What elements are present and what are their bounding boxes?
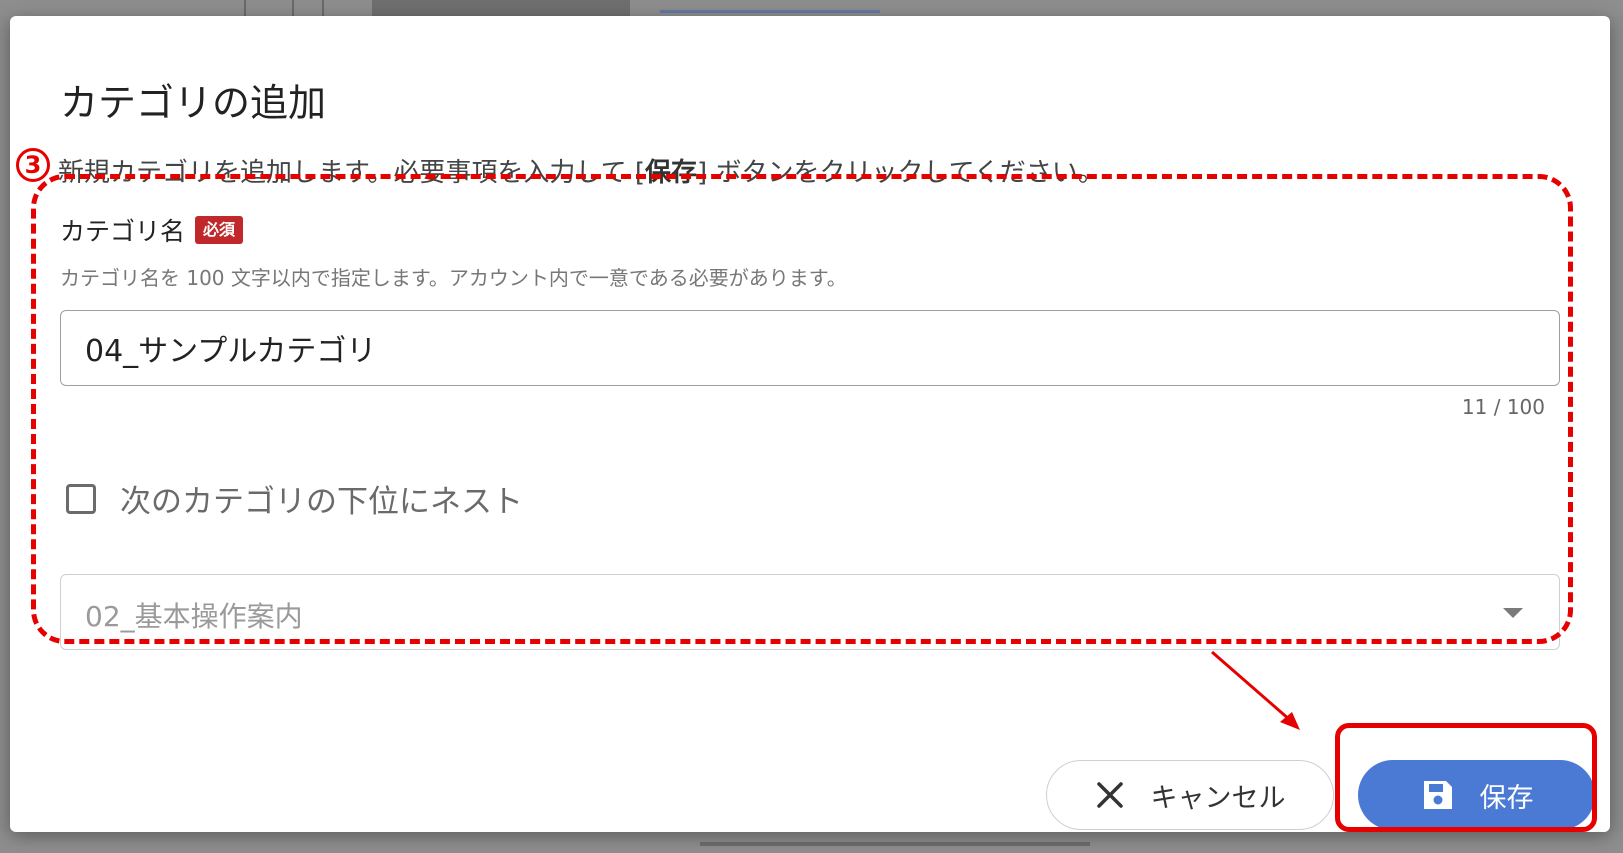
- annotation-arrow-icon: [1211, 650, 1300, 730]
- close-icon: [1096, 782, 1123, 808]
- background-divider: [244, 0, 246, 16]
- save-button-label: 保存: [1479, 782, 1534, 814]
- dialog-title: カテゴリの追加: [60, 81, 327, 125]
- parent-category-value: 02_基本操作案内: [85, 600, 303, 633]
- category-name-input[interactable]: [60, 310, 1560, 386]
- character-counter: 11 / 100: [1461, 395, 1545, 419]
- parent-category-select[interactable]: 02_基本操作案内: [60, 574, 1560, 650]
- background-divider: [322, 0, 324, 16]
- dialog-description: 新規カテゴリを追加します。必要事項を入力して [保存] ボタンをクリックしてくだ…: [58, 152, 1104, 189]
- background-page-top: [0, 0, 1623, 16]
- chevron-down-icon: [1503, 608, 1523, 618]
- cancel-button[interactable]: キャンセル: [1046, 760, 1334, 830]
- category-name-label: カテゴリ名 必須: [60, 212, 244, 248]
- description-text-end: ] ボタンをクリックしてください。: [697, 158, 1104, 188]
- checkbox-icon[interactable]: [66, 483, 96, 514]
- category-name-label-text: カテゴリ名: [60, 217, 186, 246]
- background-thumbnail: [372, 0, 630, 16]
- step-number-badge: 3: [16, 148, 50, 182]
- nest-checkbox-label: 次のカテゴリの下位にネスト: [120, 484, 523, 520]
- background-text: [700, 842, 1090, 846]
- category-name-hint: カテゴリ名を 100 文字以内で指定します。アカウント内で一意である必要がありま…: [60, 266, 847, 290]
- save-button[interactable]: 保存: [1358, 760, 1595, 830]
- add-category-dialog: カテゴリの追加 3 新規カテゴリを追加します。必要事項を入力して [保存] ボタ…: [10, 16, 1610, 832]
- cancel-button-label: キャンセル: [1150, 782, 1286, 814]
- description-text: 新規カテゴリを追加します。必要事項を入力して [: [58, 158, 646, 188]
- nest-checkbox[interactable]: 次のカテゴリの下位にネスト: [66, 476, 523, 521]
- background-link: [660, 10, 880, 13]
- description-save-emphasis: 保存: [645, 158, 698, 188]
- required-badge: 必須: [195, 216, 244, 244]
- background-divider: [292, 0, 294, 16]
- save-icon: [1423, 781, 1452, 809]
